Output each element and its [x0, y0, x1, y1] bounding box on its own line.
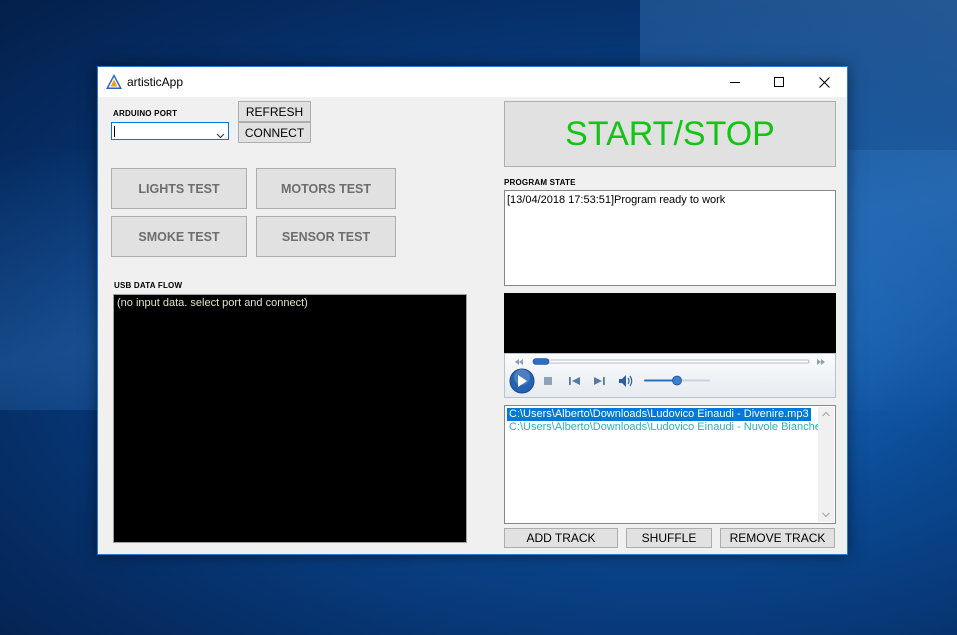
arduino-port-dropdown[interactable]: [111, 122, 229, 140]
usb-data-flow-label: USB DATA FLOW: [114, 281, 183, 290]
playlist-item[interactable]: C:\Users\Alberto\Downloads\Ludovico Eina…: [507, 408, 811, 421]
lights-test-button[interactable]: LIGHTS TEST: [111, 168, 247, 209]
rewind-icon[interactable]: [515, 359, 523, 365]
sensor-test-button[interactable]: SENSOR TEST: [256, 216, 396, 257]
minimize-button[interactable]: [712, 67, 758, 97]
connect-button[interactable]: CONNECT: [238, 122, 311, 143]
remove-track-button[interactable]: REMOVE TRACK: [720, 528, 835, 548]
usb-data-console[interactable]: (no input data. select port and connect): [113, 294, 467, 543]
previous-icon[interactable]: [569, 377, 580, 385]
media-player: [504, 293, 836, 398]
volume-icon[interactable]: [619, 375, 633, 387]
program-state-label: PROGRAM STATE: [504, 178, 576, 187]
program-state-text: [13/04/2018 17:53:51]Program ready to wo…: [507, 194, 726, 206]
arduino-port-label: ARDUINO PORT: [113, 109, 178, 118]
playlist-scrollbar[interactable]: [818, 407, 834, 522]
next-icon[interactable]: [594, 377, 605, 385]
window-title: artisticApp: [127, 75, 184, 89]
seek-bar[interactable]: [532, 358, 810, 365]
app-window: artisticApp ARDUINO PORT REFRESH CONNECT…: [97, 66, 848, 555]
fast-forward-icon[interactable]: [817, 359, 825, 365]
smoke-test-button[interactable]: SMOKE TEST: [111, 216, 247, 257]
title-bar[interactable]: artisticApp: [98, 67, 847, 97]
scroll-up-icon: [822, 411, 830, 417]
refresh-button[interactable]: REFRESH: [238, 101, 311, 122]
close-icon: [818, 76, 830, 88]
maximize-icon: [773, 76, 784, 87]
motors-test-button[interactable]: MOTORS TEST: [256, 168, 396, 209]
chevron-down-icon: [216, 127, 225, 145]
maximize-button[interactable]: [756, 67, 802, 97]
shuffle-button[interactable]: SHUFFLE: [626, 528, 712, 548]
app-logo-icon: [106, 74, 122, 90]
close-button[interactable]: [801, 67, 847, 97]
play-icon[interactable]: [509, 368, 535, 394]
player-controls: [504, 353, 836, 398]
volume-slider[interactable]: [644, 375, 710, 386]
text-caret: [114, 126, 115, 137]
minimize-icon: [729, 81, 740, 83]
playlist-item[interactable]: C:\Users\Alberto\Downloads\Ludovico Eina…: [507, 421, 823, 434]
scroll-down-icon: [822, 512, 830, 518]
add-track-button[interactable]: ADD TRACK: [504, 528, 618, 548]
stop-icon[interactable]: [544, 377, 552, 385]
start-stop-button[interactable]: START/STOP: [504, 101, 836, 167]
program-state-log[interactable]: [13/04/2018 17:53:51]Program ready to wo…: [504, 190, 836, 286]
video-display: [504, 293, 836, 353]
usb-data-text: (no input data. select port and connect): [117, 297, 308, 309]
playlist[interactable]: C:\Users\Alberto\Downloads\Ludovico Eina…: [504, 405, 836, 524]
